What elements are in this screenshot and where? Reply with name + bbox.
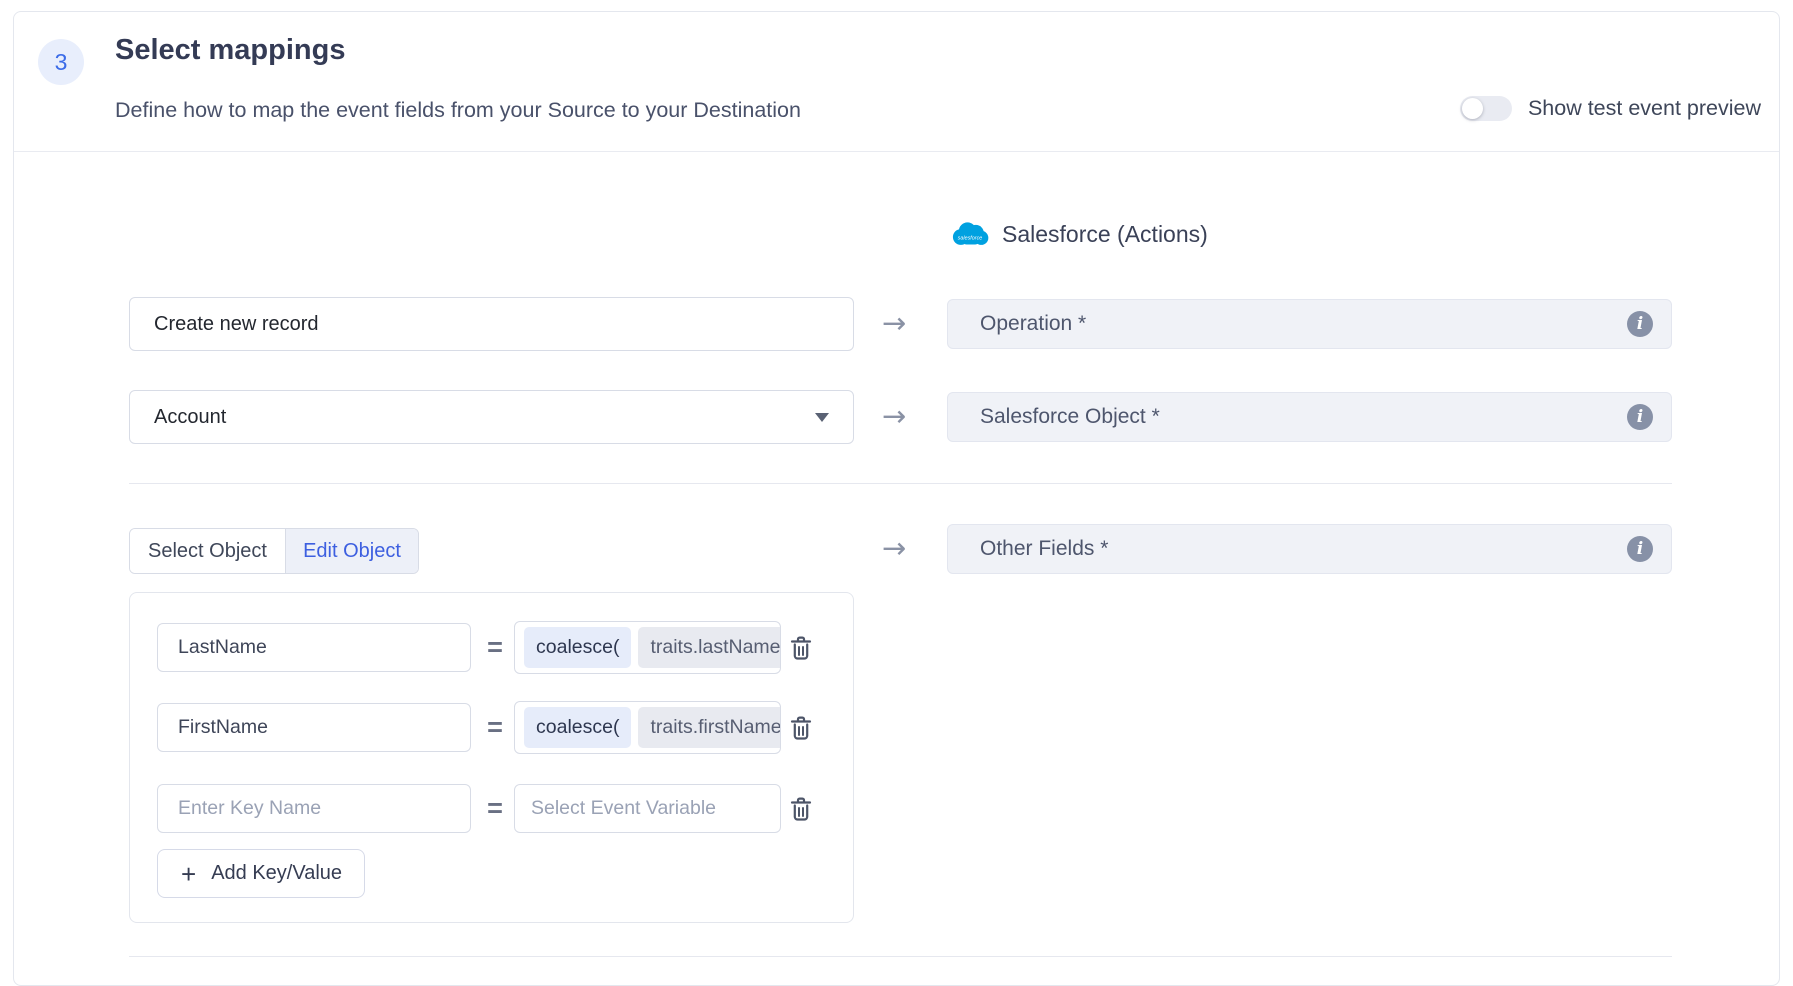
key-value-editor-panel: = coalesce( traits.lastName = coalesce(	[129, 592, 854, 923]
delete-row-button[interactable]	[788, 796, 814, 824]
page-title: Select mappings	[115, 34, 345, 67]
destination-field-label: Operation *	[980, 312, 1627, 336]
info-icon[interactable]: i	[1627, 536, 1653, 562]
kv-key-input[interactable]	[157, 784, 471, 833]
add-key-value-label: Add Key/Value	[211, 862, 342, 885]
add-key-value-button[interactable]: + Add Key/Value	[157, 849, 365, 898]
salesforce-cloud-icon: salesforce	[950, 220, 990, 249]
kv-row: =	[130, 782, 853, 835]
kv-row: = coalesce( traits.lastName	[130, 621, 853, 674]
mappings-card: 3 Select mappings Define how to map the …	[13, 11, 1780, 986]
destination-field-label: Other Fields *	[980, 537, 1627, 561]
test-event-preview-control: Show test event preview	[1460, 96, 1761, 121]
salesforce-object-destination-field[interactable]: Salesforce Object * i	[947, 392, 1672, 442]
arrow-right-icon: →	[872, 531, 916, 565]
arrow-right-icon: →	[872, 306, 916, 340]
toggle-label: Show test event preview	[1528, 96, 1761, 121]
trash-icon	[789, 796, 813, 822]
plus-icon: +	[181, 861, 196, 887]
destination-field-label: Salesforce Object *	[980, 405, 1627, 429]
other-fields-destination-field[interactable]: Other Fields * i	[947, 524, 1672, 574]
operation-source-input[interactable]	[154, 298, 829, 350]
info-icon[interactable]: i	[1627, 404, 1653, 430]
delete-row-button[interactable]	[788, 715, 814, 743]
kv-value-input[interactable]	[514, 784, 781, 833]
trash-icon	[789, 635, 813, 661]
destination-name: Salesforce (Actions)	[1002, 221, 1208, 248]
info-icon[interactable]: i	[1627, 311, 1653, 337]
function-pill[interactable]: coalesce(	[524, 707, 631, 748]
kv-key-input[interactable]	[157, 623, 471, 672]
variable-pill[interactable]: traits.firstName	[638, 707, 781, 748]
section-divider	[129, 483, 1672, 484]
tab-edit-object[interactable]: Edit Object	[285, 529, 418, 573]
destination-header: salesforce Salesforce (Actions)	[950, 220, 1208, 249]
card-header: 3 Select mappings Define how to map the …	[14, 12, 1779, 152]
tab-select-object[interactable]: Select Object	[130, 529, 285, 573]
equals-sign: =	[482, 621, 508, 674]
arrow-right-icon: →	[872, 399, 916, 433]
kv-row: = coalesce( traits.firstName	[130, 701, 853, 754]
toggle-knob	[1462, 98, 1483, 119]
selected-object-label: Account	[154, 406, 226, 429]
show-test-event-preview-toggle[interactable]	[1460, 96, 1512, 121]
salesforce-object-select[interactable]: Account	[129, 390, 854, 444]
svg-text:salesforce: salesforce	[958, 236, 983, 242]
delete-row-button[interactable]	[788, 635, 814, 663]
trash-icon	[789, 715, 813, 741]
equals-sign: =	[482, 782, 508, 835]
function-pill[interactable]: coalesce(	[524, 627, 631, 668]
kv-value-expression[interactable]: coalesce( traits.lastName	[514, 621, 781, 674]
operation-source-input-wrap	[129, 297, 854, 351]
object-tab-group: Select Object Edit Object	[129, 528, 419, 574]
page-subtitle: Define how to map the event fields from …	[115, 98, 801, 123]
equals-sign: =	[482, 701, 508, 754]
chevron-down-icon	[815, 413, 829, 422]
step-number-badge: 3	[38, 39, 84, 85]
operation-destination-field[interactable]: Operation * i	[947, 299, 1672, 349]
kv-key-input[interactable]	[157, 703, 471, 752]
kv-value-expression[interactable]: coalesce( traits.firstName	[514, 701, 781, 754]
variable-pill[interactable]: traits.lastName	[638, 627, 781, 668]
bottom-divider	[129, 956, 1672, 957]
